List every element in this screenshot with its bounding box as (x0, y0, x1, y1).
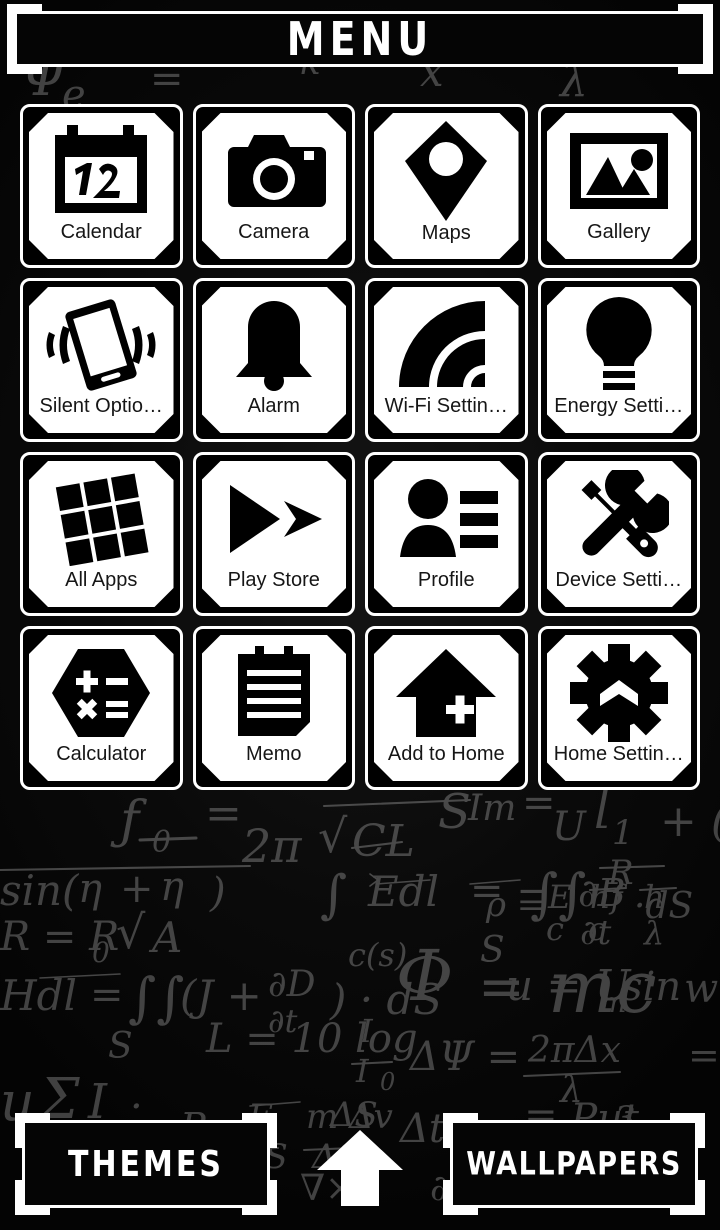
svg-text:U: U (552, 804, 587, 850)
svg-text:L = 10 log: L = 10 log (205, 1016, 418, 1062)
app-tile-label: Calendar (60, 222, 142, 243)
app-tile-all-apps[interactable]: All Apps (20, 452, 183, 616)
svg-text:): ) (209, 870, 226, 916)
house-plus-icon (374, 635, 519, 744)
svg-text:CL: CL (352, 816, 415, 867)
svg-text:2πΔx: 2πΔx (527, 1030, 621, 1071)
svg-text:mc: mc (548, 945, 657, 1029)
wrench-screwdriver-icon (547, 461, 692, 570)
svg-text:(J +: (J + (180, 971, 262, 1020)
map-pin-icon (374, 113, 519, 223)
svg-text:2π: 2π (241, 819, 302, 873)
svg-text:ΔΨ =: ΔΨ = (408, 1034, 520, 1080)
app-tile-label: Silent Optio… (39, 396, 163, 417)
app-grid-icon (29, 461, 174, 570)
app-tile-camera[interactable]: Camera (192, 104, 355, 268)
svg-text:=: = (205, 788, 242, 839)
gear-house-icon (547, 635, 692, 744)
wallpapers-button[interactable]: WALLPAPERS (443, 1113, 705, 1215)
svg-text:∫∫: ∫∫ (128, 966, 184, 1029)
wallpapers-button-label: WALLPAPERS (466, 1145, 682, 1183)
app-tile-label: All Apps (65, 570, 138, 591)
notepad-icon (202, 635, 347, 744)
svg-text:0: 0 (152, 825, 171, 860)
app-tile-calculator[interactable]: Calculator (20, 626, 183, 790)
app-tile-label: Wi-Fi Settin… (384, 396, 508, 417)
app-tile-maps[interactable]: Maps (365, 104, 528, 268)
app-tile-label: Maps (421, 223, 471, 244)
svg-text:ρ =: ρ = (485, 885, 545, 925)
app-tile-label: Device Setti… (555, 570, 683, 591)
svg-text:c: c (546, 910, 564, 948)
app-grid: Calendar Camera Maps Gallery Silent Opti… (16, 100, 704, 794)
svg-text:I: I (359, 1012, 374, 1050)
svg-text:h: h (644, 878, 665, 916)
svg-text:Im: Im (467, 788, 516, 829)
svg-text:1: 1 (612, 813, 634, 853)
play-store-icon (202, 461, 347, 570)
svg-text:∂D: ∂D (268, 964, 316, 1005)
themes-button-label: THEMES (67, 1143, 225, 1185)
svg-text:I: I (355, 1052, 370, 1090)
app-tile-label: Camera (238, 222, 310, 243)
app-tile-device-settings[interactable]: Device Setti… (537, 452, 700, 616)
svg-text:Edl: Edl (367, 867, 439, 916)
svg-text:=: = (688, 1033, 720, 1077)
home-arrow-button[interactable] (312, 1126, 408, 1210)
camera-icon (202, 113, 347, 222)
bottom-bar: THEMES WALLPAPERS (0, 1102, 720, 1230)
svg-text:+ (: + ( (660, 796, 720, 847)
svg-text:∫: ∫ (320, 865, 347, 925)
app-tile-label: Calculator (56, 744, 147, 765)
svg-text:η: η (78, 866, 102, 912)
arrow-up-icon (317, 1130, 403, 1206)
svg-text:Φ: Φ (396, 935, 453, 1017)
app-tile-wifi-settings[interactable]: Wi-Fi Settin… (365, 278, 528, 442)
app-tile-calendar[interactable]: Calendar (20, 104, 183, 268)
app-tile-label: Home Settin… (553, 744, 684, 765)
app-tile-profile[interactable]: Profile (365, 452, 528, 616)
app-tile-label: Alarm (247, 396, 300, 417)
app-tile-gallery[interactable]: Gallery (537, 104, 700, 268)
app-tile-add-to-home[interactable]: Add to Home (365, 626, 528, 790)
app-tile-label: Profile (417, 570, 475, 591)
app-tile-play-store[interactable]: Play Store (192, 452, 355, 616)
app-tile-memo[interactable]: Memo (192, 626, 355, 790)
svg-text:w(t: w(t (684, 966, 720, 1012)
svg-text:ƒ: ƒ (110, 791, 147, 851)
lightbulb-icon (547, 287, 692, 396)
calculator-hexagon-icon (29, 635, 174, 744)
svg-text:=: = (478, 955, 525, 1020)
page-title: MENU (286, 12, 434, 66)
svg-text:c: c (588, 910, 606, 948)
svg-text:sin(: sin( (0, 866, 80, 915)
app-tile-label: Energy Setti… (554, 396, 684, 417)
wifi-icon (374, 287, 519, 396)
person-list-icon (374, 461, 519, 570)
bell-icon (202, 287, 347, 396)
gallery-icon (547, 113, 692, 222)
app-tile-energy-settings[interactable]: Energy Setti… (537, 278, 700, 442)
svg-text:=: = (90, 972, 124, 1018)
svg-text:Hdl: Hdl (0, 971, 77, 1020)
svg-text:A: A (148, 913, 182, 962)
app-tile-label: Gallery (587, 222, 651, 243)
svg-text:√: √ (116, 905, 146, 959)
themes-button[interactable]: THEMES (15, 1113, 277, 1215)
vibrate-phone-icon (29, 287, 174, 396)
app-tile-label: Add to Home (387, 744, 505, 765)
svg-text:√: √ (318, 809, 348, 863)
app-tile-label: Play Store (227, 570, 320, 591)
svg-text:η: η (160, 864, 184, 910)
menu-header: MENU (7, 4, 713, 74)
calendar-icon (29, 113, 174, 222)
app-tile-silent-options[interactable]: Silent Optio… (20, 278, 183, 442)
svg-text:0: 0 (92, 936, 110, 969)
app-tile-alarm[interactable]: Alarm (192, 278, 355, 442)
app-tile-home-settings[interactable]: Home Settin… (537, 626, 700, 790)
svg-text:S: S (108, 1026, 133, 1067)
svg-text:0: 0 (380, 1068, 395, 1096)
app-tile-label: Memo (245, 744, 302, 765)
